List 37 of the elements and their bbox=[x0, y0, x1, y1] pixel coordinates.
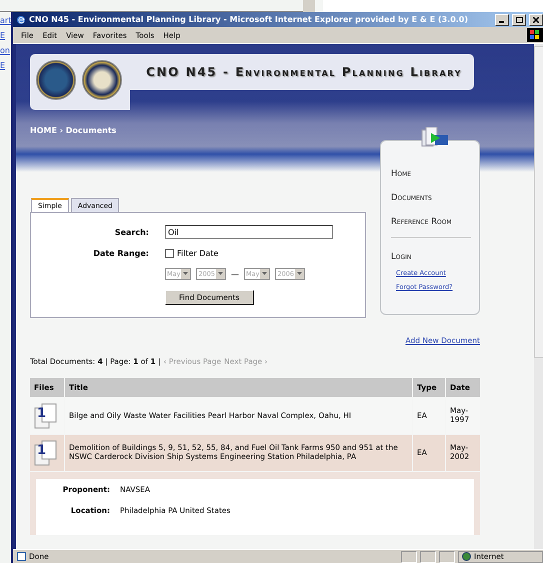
maximize-icon bbox=[516, 16, 522, 22]
scrollbar[interactable] bbox=[303, 0, 315, 12]
dropdown-arrow-icon bbox=[262, 272, 268, 276]
nav-link[interactable]: Reference Room bbox=[391, 217, 479, 227]
search-field[interactable]: Oil bbox=[165, 225, 333, 239]
site-title: CNO N45 - Environmental Planning Library bbox=[146, 65, 462, 79]
close-icon bbox=[533, 16, 539, 22]
maximize-button[interactable] bbox=[512, 14, 526, 26]
status-pane bbox=[439, 550, 455, 562]
dropdown-arrow-icon bbox=[183, 272, 188, 276]
checkbox-icon[interactable] bbox=[165, 249, 174, 258]
nav-link[interactable]: Home bbox=[391, 169, 479, 179]
breadcrumb: HOME › Documents bbox=[30, 126, 118, 135]
emblem-icon bbox=[82, 60, 122, 100]
background-link-fragment: art bbox=[0, 16, 11, 25]
filter-date-label: Filter Date bbox=[177, 249, 218, 258]
status-pane bbox=[401, 550, 417, 562]
dropdown-arrow-icon bbox=[218, 272, 223, 276]
filter-date-checkbox[interactable]: Filter Date bbox=[165, 249, 365, 258]
windows-logo-icon bbox=[527, 28, 543, 42]
emblem-icon bbox=[36, 60, 76, 100]
login-heading: Login bbox=[391, 252, 412, 262]
window-title: CNO N45 - Environmental Planning Library - Microsoft Internet Explorer provided by E & E (3.0.0) bbox=[29, 15, 470, 24]
globe-icon bbox=[462, 552, 471, 561]
date-range-label: Date Range: bbox=[92, 249, 149, 258]
search-label: Search: bbox=[114, 228, 149, 236]
minimize-button[interactable] bbox=[495, 14, 509, 26]
scrollbar[interactable] bbox=[534, 44, 543, 549]
background-link-fragment: on bbox=[0, 46, 11, 55]
background-link-fragment: E bbox=[0, 31, 6, 40]
background-link-fragment: E bbox=[0, 61, 6, 70]
status-pane bbox=[420, 550, 436, 562]
browser-icon bbox=[16, 14, 26, 24]
dropdown-arrow-icon bbox=[297, 272, 302, 276]
close-button[interactable] bbox=[529, 14, 543, 26]
nav-link[interactable]: Documents bbox=[391, 193, 479, 203]
range-dash: — bbox=[231, 270, 239, 278]
